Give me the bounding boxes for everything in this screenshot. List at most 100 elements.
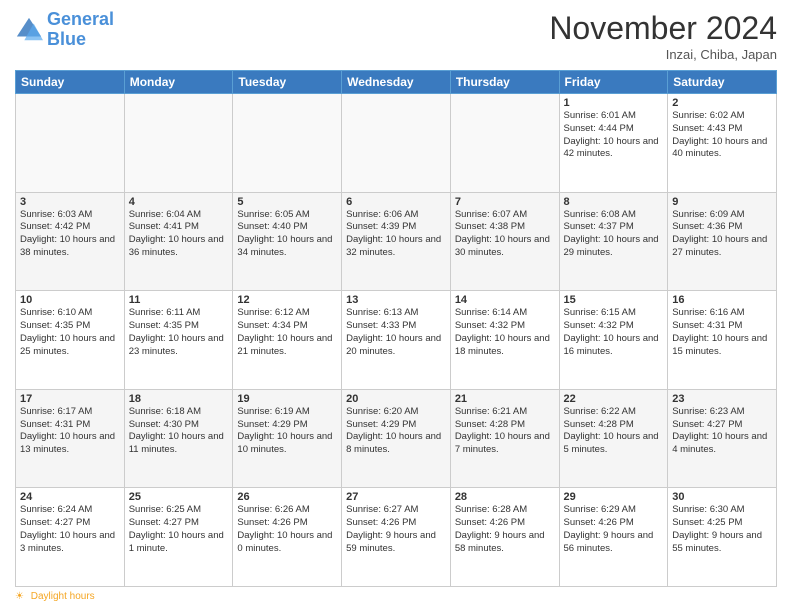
week-row-4: 17Sunrise: 6:17 AM Sunset: 4:31 PM Dayli… xyxy=(16,389,777,488)
day-number: 15 xyxy=(564,294,664,306)
day-cell: 18Sunrise: 6:18 AM Sunset: 4:30 PM Dayli… xyxy=(124,389,233,488)
day-info: Sunrise: 6:29 AM Sunset: 4:26 PM Dayligh… xyxy=(564,504,664,555)
day-cell: 6Sunrise: 6:06 AM Sunset: 4:39 PM Daylig… xyxy=(342,192,451,291)
day-number: 23 xyxy=(672,393,772,405)
day-cell: 13Sunrise: 6:13 AM Sunset: 4:33 PM Dayli… xyxy=(342,291,451,390)
day-number: 30 xyxy=(672,491,772,503)
day-cell: 22Sunrise: 6:22 AM Sunset: 4:28 PM Dayli… xyxy=(559,389,668,488)
day-info: Sunrise: 6:01 AM Sunset: 4:44 PM Dayligh… xyxy=(564,110,664,161)
weekday-saturday: Saturday xyxy=(668,71,777,94)
day-cell: 11Sunrise: 6:11 AM Sunset: 4:35 PM Dayli… xyxy=(124,291,233,390)
header: General Blue November 2024 Inzai, Chiba,… xyxy=(15,10,777,62)
day-number: 16 xyxy=(672,294,772,306)
weekday-monday: Monday xyxy=(124,71,233,94)
day-number: 24 xyxy=(20,491,120,503)
title-block: November 2024 Inzai, Chiba, Japan xyxy=(549,10,777,62)
day-info: Sunrise: 6:09 AM Sunset: 4:36 PM Dayligh… xyxy=(672,209,772,260)
day-cell xyxy=(233,94,342,193)
day-number: 8 xyxy=(564,196,664,208)
day-info: Sunrise: 6:03 AM Sunset: 4:42 PM Dayligh… xyxy=(20,209,120,260)
day-cell xyxy=(124,94,233,193)
weekday-friday: Friday xyxy=(559,71,668,94)
day-info: Sunrise: 6:17 AM Sunset: 4:31 PM Dayligh… xyxy=(20,406,120,457)
week-row-2: 3Sunrise: 6:03 AM Sunset: 4:42 PM Daylig… xyxy=(16,192,777,291)
day-number: 28 xyxy=(455,491,555,503)
day-info: Sunrise: 6:06 AM Sunset: 4:39 PM Dayligh… xyxy=(346,209,446,260)
day-cell: 3Sunrise: 6:03 AM Sunset: 4:42 PM Daylig… xyxy=(16,192,125,291)
day-number: 14 xyxy=(455,294,555,306)
day-cell xyxy=(16,94,125,193)
location: Inzai, Chiba, Japan xyxy=(549,47,777,62)
day-cell: 8Sunrise: 6:08 AM Sunset: 4:37 PM Daylig… xyxy=(559,192,668,291)
logo: General Blue xyxy=(15,10,114,50)
day-cell xyxy=(342,94,451,193)
day-cell: 15Sunrise: 6:15 AM Sunset: 4:32 PM Dayli… xyxy=(559,291,668,390)
day-number: 13 xyxy=(346,294,446,306)
weekday-tuesday: Tuesday xyxy=(233,71,342,94)
sun-icon: ☀ xyxy=(15,591,24,602)
weekday-sunday: Sunday xyxy=(16,71,125,94)
day-number: 22 xyxy=(564,393,664,405)
logo-general: General xyxy=(47,9,114,29)
day-number: 4 xyxy=(129,196,229,208)
day-number: 7 xyxy=(455,196,555,208)
day-info: Sunrise: 6:28 AM Sunset: 4:26 PM Dayligh… xyxy=(455,504,555,555)
day-cell: 12Sunrise: 6:12 AM Sunset: 4:34 PM Dayli… xyxy=(233,291,342,390)
day-cell: 27Sunrise: 6:27 AM Sunset: 4:26 PM Dayli… xyxy=(342,488,451,587)
day-cell: 4Sunrise: 6:04 AM Sunset: 4:41 PM Daylig… xyxy=(124,192,233,291)
day-info: Sunrise: 6:05 AM Sunset: 4:40 PM Dayligh… xyxy=(237,209,337,260)
day-cell: 10Sunrise: 6:10 AM Sunset: 4:35 PM Dayli… xyxy=(16,291,125,390)
day-cell: 19Sunrise: 6:19 AM Sunset: 4:29 PM Dayli… xyxy=(233,389,342,488)
day-number: 11 xyxy=(129,294,229,306)
day-cell: 1Sunrise: 6:01 AM Sunset: 4:44 PM Daylig… xyxy=(559,94,668,193)
day-cell: 24Sunrise: 6:24 AM Sunset: 4:27 PM Dayli… xyxy=(16,488,125,587)
day-cell: 20Sunrise: 6:20 AM Sunset: 4:29 PM Dayli… xyxy=(342,389,451,488)
weekday-wednesday: Wednesday xyxy=(342,71,451,94)
day-cell: 21Sunrise: 6:21 AM Sunset: 4:28 PM Dayli… xyxy=(450,389,559,488)
day-cell: 14Sunrise: 6:14 AM Sunset: 4:32 PM Dayli… xyxy=(450,291,559,390)
day-info: Sunrise: 6:27 AM Sunset: 4:26 PM Dayligh… xyxy=(346,504,446,555)
day-info: Sunrise: 6:30 AM Sunset: 4:25 PM Dayligh… xyxy=(672,504,772,555)
day-cell: 7Sunrise: 6:07 AM Sunset: 4:38 PM Daylig… xyxy=(450,192,559,291)
day-number: 10 xyxy=(20,294,120,306)
day-cell: 23Sunrise: 6:23 AM Sunset: 4:27 PM Dayli… xyxy=(668,389,777,488)
day-cell: 28Sunrise: 6:28 AM Sunset: 4:26 PM Dayli… xyxy=(450,488,559,587)
day-info: Sunrise: 6:04 AM Sunset: 4:41 PM Dayligh… xyxy=(129,209,229,260)
day-cell xyxy=(450,94,559,193)
day-cell: 26Sunrise: 6:26 AM Sunset: 4:26 PM Dayli… xyxy=(233,488,342,587)
day-info: Sunrise: 6:22 AM Sunset: 4:28 PM Dayligh… xyxy=(564,406,664,457)
day-info: Sunrise: 6:11 AM Sunset: 4:35 PM Dayligh… xyxy=(129,307,229,358)
day-cell: 30Sunrise: 6:30 AM Sunset: 4:25 PM Dayli… xyxy=(668,488,777,587)
day-cell: 17Sunrise: 6:17 AM Sunset: 4:31 PM Dayli… xyxy=(16,389,125,488)
month-title: November 2024 xyxy=(549,10,777,47)
day-number: 25 xyxy=(129,491,229,503)
day-number: 17 xyxy=(20,393,120,405)
day-number: 9 xyxy=(672,196,772,208)
daylight-label: Daylight hours xyxy=(31,591,95,602)
day-number: 29 xyxy=(564,491,664,503)
calendar-table: SundayMondayTuesdayWednesdayThursdayFrid… xyxy=(15,70,777,587)
day-info: Sunrise: 6:07 AM Sunset: 4:38 PM Dayligh… xyxy=(455,209,555,260)
logo-blue: Blue xyxy=(47,29,86,49)
day-number: 1 xyxy=(564,97,664,109)
day-number: 12 xyxy=(237,294,337,306)
day-info: Sunrise: 6:12 AM Sunset: 4:34 PM Dayligh… xyxy=(237,307,337,358)
day-info: Sunrise: 6:26 AM Sunset: 4:26 PM Dayligh… xyxy=(237,504,337,555)
day-number: 5 xyxy=(237,196,337,208)
weekday-thursday: Thursday xyxy=(450,71,559,94)
week-row-1: 1Sunrise: 6:01 AM Sunset: 4:44 PM Daylig… xyxy=(16,94,777,193)
footer-note: ☀ Daylight hours xyxy=(15,591,777,602)
weekday-header-row: SundayMondayTuesdayWednesdayThursdayFrid… xyxy=(16,71,777,94)
day-cell: 2Sunrise: 6:02 AM Sunset: 4:43 PM Daylig… xyxy=(668,94,777,193)
day-number: 19 xyxy=(237,393,337,405)
day-info: Sunrise: 6:24 AM Sunset: 4:27 PM Dayligh… xyxy=(20,504,120,555)
day-number: 2 xyxy=(672,97,772,109)
day-info: Sunrise: 6:16 AM Sunset: 4:31 PM Dayligh… xyxy=(672,307,772,358)
day-number: 18 xyxy=(129,393,229,405)
day-number: 21 xyxy=(455,393,555,405)
day-info: Sunrise: 6:19 AM Sunset: 4:29 PM Dayligh… xyxy=(237,406,337,457)
day-number: 6 xyxy=(346,196,446,208)
day-cell: 25Sunrise: 6:25 AM Sunset: 4:27 PM Dayli… xyxy=(124,488,233,587)
day-number: 20 xyxy=(346,393,446,405)
day-info: Sunrise: 6:13 AM Sunset: 4:33 PM Dayligh… xyxy=(346,307,446,358)
